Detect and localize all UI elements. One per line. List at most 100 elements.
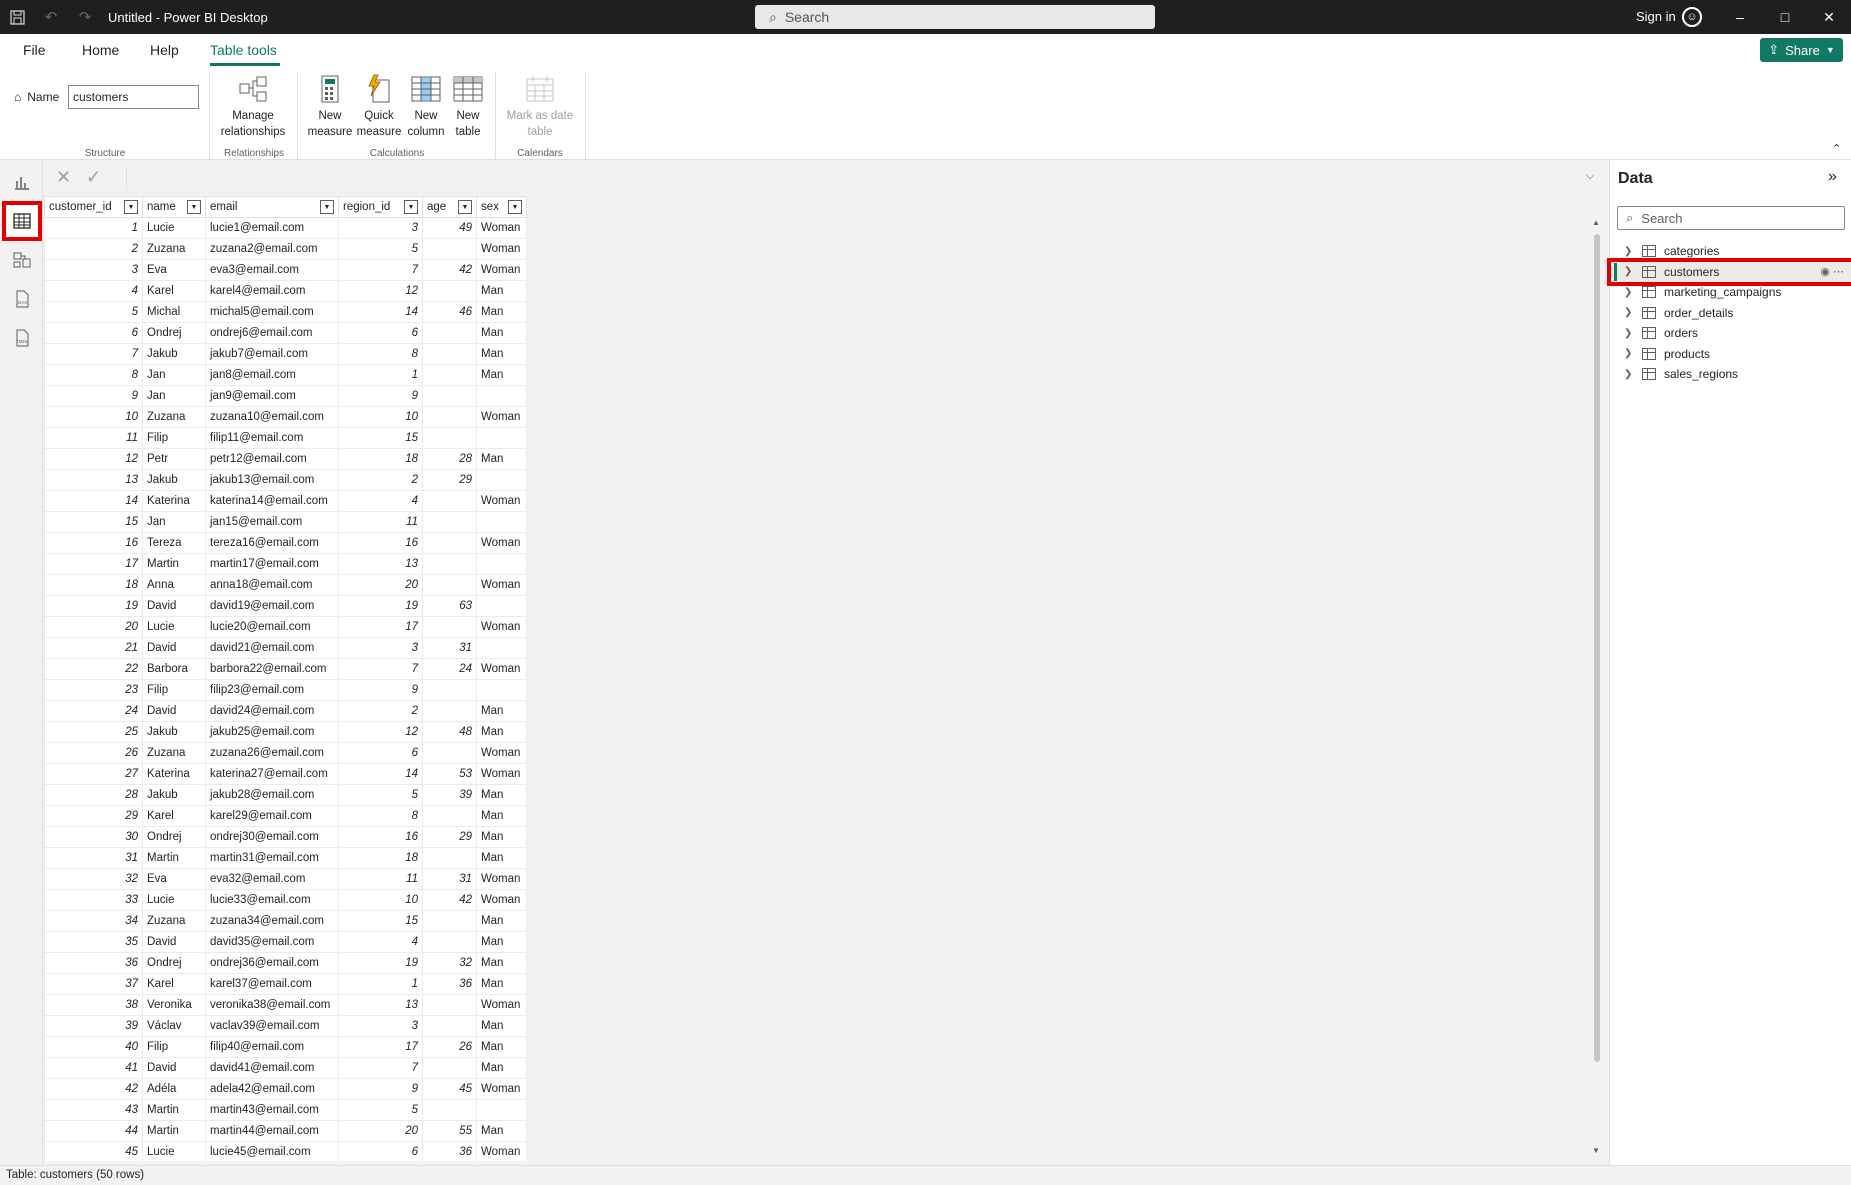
table-cell[interactable]: 26 <box>44 742 143 764</box>
report-view-button[interactable] <box>4 164 40 200</box>
table-cell[interactable]: Karel <box>142 280 206 302</box>
column-header-age[interactable]: age ▼ <box>422 196 477 218</box>
expand-chevron-icon[interactable]: ❯ <box>1624 307 1638 318</box>
table-cell[interactable]: 16 <box>338 532 423 554</box>
table-cell[interactable]: 4 <box>338 931 423 953</box>
table-cell[interactable]: 42 <box>44 1078 143 1100</box>
table-cell[interactable]: 2 <box>44 238 143 260</box>
table-cell[interactable]: 6 <box>44 322 143 344</box>
table-cell[interactable]: karel37@email.com <box>205 973 339 995</box>
table-cell[interactable]: 13 <box>338 553 423 575</box>
collapse-pane-icon[interactable]: » <box>1828 168 1837 186</box>
table-cell[interactable]: barbora22@email.com <box>205 658 339 680</box>
table-cell[interactable]: 9 <box>44 385 143 407</box>
table-cell[interactable]: martin31@email.com <box>205 847 339 869</box>
table-cell[interactable]: 24 <box>422 658 477 680</box>
table-cell[interactable]: 42 <box>422 889 477 911</box>
table-cell[interactable]: Man <box>476 931 527 953</box>
table-cell[interactable]: 25 <box>44 721 143 743</box>
table-cell[interactable]: Lucie <box>142 1141 206 1161</box>
table-cell[interactable]: zuzana34@email.com <box>205 910 339 932</box>
table-cell[interactable]: 27 <box>44 763 143 785</box>
table-cell[interactable]: Martin <box>142 1099 206 1121</box>
table-cell[interactable]: karel4@email.com <box>205 280 339 302</box>
table-cell[interactable]: 17 <box>338 616 423 638</box>
table-cell[interactable]: 39 <box>422 784 477 806</box>
data-table-item-sales-regions[interactable]: ❯ sales_regions <box>1610 363 1851 385</box>
table-cell[interactable]: anna18@email.com <box>205 574 339 596</box>
table-cell[interactable]: Veronika <box>142 994 206 1016</box>
table-cell[interactable]: Man <box>476 364 527 386</box>
table-cell[interactable]: karel29@email.com <box>205 805 339 827</box>
collapse-ribbon-icon[interactable]: ⌃ <box>1832 142 1841 155</box>
table-cell[interactable]: 42 <box>422 259 477 281</box>
table-cell[interactable]: David <box>142 1057 206 1079</box>
table-cell[interactable]: veronika38@email.com <box>205 994 339 1016</box>
table-cell[interactable]: Karel <box>142 805 206 827</box>
table-cell[interactable]: 21 <box>44 637 143 659</box>
filter-dropdown-icon[interactable]: ▼ <box>508 200 522 214</box>
table-cell[interactable] <box>422 910 477 932</box>
table-cell[interactable]: Eva <box>142 868 206 890</box>
table-cell[interactable]: Man <box>476 952 527 974</box>
table-cell[interactable] <box>422 994 477 1016</box>
table-cell[interactable]: 19 <box>338 595 423 617</box>
table-cell[interactable]: Martin <box>142 847 206 869</box>
table-cell[interactable]: 15 <box>338 910 423 932</box>
table-cell[interactable]: 32 <box>422 952 477 974</box>
table-cell[interactable]: Filip <box>142 679 206 701</box>
table-cell[interactable]: Zuzana <box>142 742 206 764</box>
table-cell[interactable]: Martin <box>142 553 206 575</box>
table-cell[interactable]: Man <box>476 973 527 995</box>
table-cell[interactable]: Man <box>476 700 527 722</box>
table-cell[interactable]: 7 <box>44 343 143 365</box>
table-cell[interactable]: eva32@email.com <box>205 868 339 890</box>
table-cell[interactable]: Eva <box>142 259 206 281</box>
table-cell[interactable]: 11 <box>338 868 423 890</box>
table-cell[interactable] <box>422 700 477 722</box>
table-cell[interactable]: Ondrej <box>142 952 206 974</box>
data-table-item-orders[interactable]: ❯ orders <box>1610 322 1851 344</box>
data-table-item-products[interactable]: ❯ products <box>1610 343 1851 365</box>
filter-dropdown-icon[interactable]: ▼ <box>458 200 472 214</box>
table-cell[interactable]: Man <box>476 448 527 470</box>
expand-chevron-icon[interactable]: ❯ <box>1624 287 1638 298</box>
table-cell[interactable]: 49 <box>422 217 477 239</box>
expand-chevron-icon[interactable]: ❯ <box>1624 266 1638 277</box>
table-cell[interactable] <box>422 280 477 302</box>
table-cell[interactable] <box>422 490 477 512</box>
table-cell[interactable]: Jan <box>142 511 206 533</box>
table-cell[interactable]: 24 <box>44 700 143 722</box>
table-cell[interactable]: Ondrej <box>142 322 206 344</box>
table-cell[interactable]: filip40@email.com <box>205 1036 339 1058</box>
table-cell[interactable]: david19@email.com <box>205 595 339 617</box>
table-cell[interactable]: lucie1@email.com <box>205 217 339 239</box>
table-cell[interactable]: 23 <box>44 679 143 701</box>
table-cell[interactable]: Woman <box>476 490 527 512</box>
table-cell[interactable]: Man <box>476 1120 527 1142</box>
table-cell[interactable]: 36 <box>44 952 143 974</box>
undo-icon[interactable]: ↶ <box>34 0 68 34</box>
table-cell[interactable]: 14 <box>338 301 423 323</box>
table-cell[interactable]: 17 <box>44 553 143 575</box>
table-cell[interactable]: 5 <box>338 238 423 260</box>
table-cell[interactable]: David <box>142 700 206 722</box>
account-icon[interactable]: ☺ <box>1682 7 1702 27</box>
new-measure-button[interactable]: New measure <box>306 74 354 140</box>
vertical-scrollbar[interactable]: ▲ ▼ <box>1591 218 1603 1158</box>
table-cell[interactable] <box>476 637 527 659</box>
table-cell[interactable]: david41@email.com <box>205 1057 339 1079</box>
table-cell[interactable]: 48 <box>422 721 477 743</box>
table-cell[interactable]: 10 <box>338 406 423 428</box>
table-cell[interactable]: Man <box>476 1036 527 1058</box>
table-cell[interactable]: ondrej30@email.com <box>205 826 339 848</box>
table-cell[interactable]: tereza16@email.com <box>205 532 339 554</box>
table-cell[interactable]: Woman <box>476 994 527 1016</box>
table-cell[interactable]: 8 <box>338 343 423 365</box>
filter-dropdown-icon[interactable]: ▼ <box>320 200 334 214</box>
table-cell[interactable]: ondrej6@email.com <box>205 322 339 344</box>
table-cell[interactable]: 28 <box>422 448 477 470</box>
table-cell[interactable]: 10 <box>44 406 143 428</box>
table-cell[interactable]: katerina14@email.com <box>205 490 339 512</box>
table-cell[interactable]: 8 <box>44 364 143 386</box>
